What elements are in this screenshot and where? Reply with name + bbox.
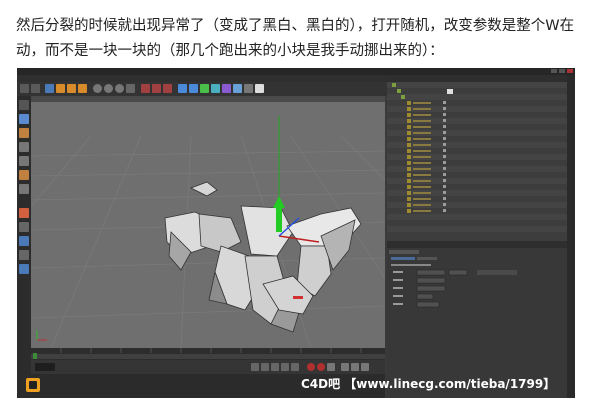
scale-tool-icon[interactable]	[67, 84, 76, 93]
render-picture-viewer-icon[interactable]	[152, 84, 161, 93]
side-tabs[interactable]	[567, 75, 575, 398]
select-tool-icon[interactable]	[45, 84, 54, 93]
make-editable-icon[interactable]	[19, 100, 29, 110]
minimize-button[interactable]	[551, 69, 557, 73]
timeline-ruler	[31, 348, 385, 359]
object-list	[387, 82, 575, 232]
layout-icon[interactable]	[19, 264, 29, 274]
y-axis-handle	[276, 206, 282, 232]
light-icon[interactable]	[255, 84, 264, 93]
main-toolbar	[17, 82, 387, 96]
selection-marker	[293, 296, 303, 299]
redo-icon[interactable]	[31, 84, 40, 93]
y-axis-arrow	[273, 196, 285, 208]
left-toolbar	[17, 96, 31, 398]
polygons-mode-icon[interactable]	[19, 170, 29, 180]
axis-gizmo-icon	[36, 330, 47, 341]
rotation-key-icon[interactable]	[351, 363, 359, 371]
undo-icon[interactable]	[20, 84, 29, 93]
rotate-tool-icon[interactable]	[78, 84, 87, 93]
object-manager-menu	[387, 75, 575, 82]
pen-icon[interactable]	[189, 84, 198, 93]
deformer-icon[interactable]	[222, 84, 231, 93]
w-fragments	[164, 181, 362, 333]
cinema4d-logo-icon	[26, 378, 40, 392]
z-axis-icon[interactable]	[115, 84, 124, 93]
points-mode-icon[interactable]	[19, 142, 29, 152]
caption-line-1: 然后分裂的时候就出现异常了（变成了黑白、黑白的），打开随机，改变参数是整个W在	[16, 18, 575, 34]
go-end-icon[interactable]	[291, 363, 299, 371]
prev-frame-icon[interactable]	[261, 363, 269, 371]
cloner-icon[interactable]	[211, 84, 220, 93]
caption-line-2: 动，而不是一块一块的（那几个跑出来的小块是我手动挪出来的）：	[16, 43, 444, 59]
frame-field[interactable]	[35, 363, 55, 371]
window-titlebar	[17, 68, 575, 75]
cinema4d-window	[17, 68, 575, 398]
timeline[interactable]	[31, 348, 385, 360]
record-icon[interactable]	[307, 363, 315, 371]
subdivision-icon[interactable]	[200, 84, 209, 93]
play-icon[interactable]	[271, 363, 279, 371]
cube-icon[interactable]	[178, 84, 187, 93]
menu-bar	[17, 75, 387, 82]
model-mode-icon[interactable]	[19, 114, 29, 124]
scale-key-icon[interactable]	[361, 363, 369, 371]
watermark: C4D吧 【www.linecg.com/tieba/1799】	[301, 377, 556, 391]
snap-icon[interactable]	[19, 222, 29, 232]
y-axis-icon[interactable]	[104, 84, 113, 93]
move-tool-icon[interactable]	[56, 84, 65, 93]
camera-icon[interactable]	[244, 84, 253, 93]
environment-icon[interactable]	[233, 84, 242, 93]
autokey-icon[interactable]	[317, 363, 325, 371]
attribute-tabs	[387, 241, 575, 248]
render-view-icon[interactable]	[141, 84, 150, 93]
edges-mode-icon[interactable]	[19, 156, 29, 166]
workplane-icon[interactable]	[19, 236, 29, 246]
x-axis-icon[interactable]	[93, 84, 102, 93]
render-settings-icon[interactable]	[163, 84, 172, 93]
position-key-icon[interactable]	[341, 363, 349, 371]
maximize-button[interactable]	[559, 69, 565, 73]
close-button[interactable]	[567, 69, 573, 73]
tweak-icon[interactable]	[19, 208, 29, 218]
object-manager	[387, 75, 575, 241]
keyframe-icon[interactable]	[327, 363, 335, 371]
post-caption: 然后分裂的时候就出现异常了（变成了黑白、黑白的），打开随机，改变参数是整个W在 …	[16, 14, 582, 64]
viewport-scene	[31, 116, 385, 348]
axis-mode-icon[interactable]	[19, 184, 29, 194]
next-frame-icon[interactable]	[281, 363, 289, 371]
lock-icon[interactable]	[19, 250, 29, 260]
texture-mode-icon[interactable]	[19, 128, 29, 138]
coordinate-system-icon[interactable]	[126, 84, 135, 93]
window-controls	[551, 69, 573, 73]
playback-controls	[31, 360, 385, 374]
go-start-icon[interactable]	[251, 363, 259, 371]
viewport[interactable]	[31, 96, 385, 348]
